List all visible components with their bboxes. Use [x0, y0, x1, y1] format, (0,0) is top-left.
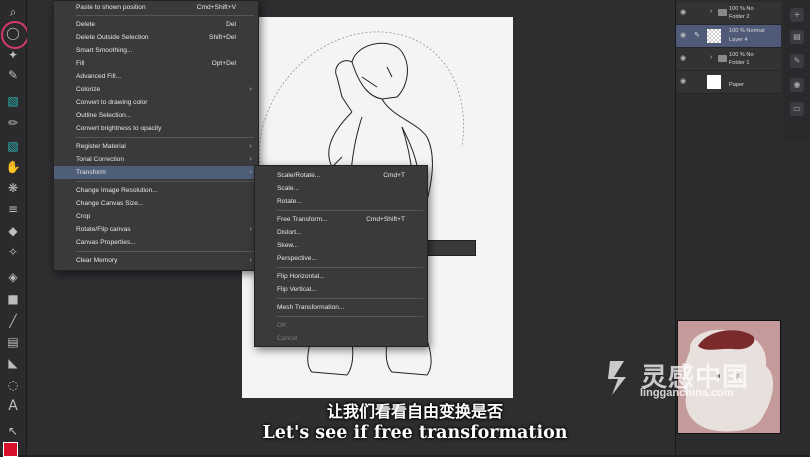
- menu-item-tonal-correction[interactable]: Tonal Correction ›: [54, 153, 258, 166]
- layer-name: Folder 2: [729, 14, 750, 20]
- menu-item-change-canvas-size[interactable]: Change Canvas Size...: [54, 197, 258, 210]
- layer-thumbnail: [707, 75, 721, 89]
- pencil-icon: ✎: [694, 32, 700, 39]
- new-layer-icon[interactable]: +: [790, 8, 804, 22]
- blend-icon[interactable]: ✧: [4, 243, 22, 261]
- eraser-icon[interactable]: ◆: [4, 222, 22, 240]
- layer-row-paper[interactable]: ◉ Paper: [676, 71, 781, 94]
- subtitle-english: Let's see if free transformation: [262, 423, 568, 443]
- menu-item-register-material[interactable]: Register Material ›: [54, 140, 258, 153]
- subtitle-chinese: 让我们看看自由变换是否: [326, 402, 503, 421]
- layer-row-folder-1[interactable]: ◉ › 100 % No Folder 1: [676, 48, 781, 71]
- layer-row-folder-2[interactable]: ◉ › 100 % No Folder 2: [676, 2, 781, 25]
- material-icon[interactable]: ◉: [790, 78, 804, 92]
- menu-item-rotate-flip-canvas[interactable]: Rotate/Flip canvas ›: [54, 223, 258, 236]
- layer-panel-toolbar: + ▤ ✎ ◉ ▭: [783, 0, 810, 140]
- airbrush-icon[interactable]: ❋: [4, 179, 22, 197]
- line-icon[interactable]: ╱: [4, 312, 22, 330]
- menu-item-clear-memory[interactable]: Clear Memory ›: [54, 254, 258, 267]
- eye-icon[interactable]: ◉: [680, 54, 686, 62]
- chevron-right-icon: ›: [249, 256, 252, 264]
- layer-thumbnail: [707, 29, 721, 43]
- layer-blend-info: 100 % No: [729, 6, 754, 12]
- menu-item-delete-outside-selection[interactable]: Delete Outside Selection Shift+Del: [54, 31, 258, 44]
- layer-row-layer-4[interactable]: ◉ ✎ 100 % Normal Layer 4: [676, 25, 781, 48]
- menu-item-colorize[interactable]: Colorize ›: [54, 83, 258, 96]
- new-vector-layer-icon[interactable]: ▤: [790, 30, 804, 44]
- eye-icon[interactable]: ◉: [680, 77, 686, 85]
- gradient-icon[interactable]: ■: [4, 290, 22, 308]
- folder-icon: [718, 9, 727, 16]
- fill-icon[interactable]: ◈: [4, 268, 22, 286]
- menu-item-convert-to-drawing-color[interactable]: Convert to drawing color: [54, 96, 258, 109]
- menu-item-distort[interactable]: Distort...: [255, 226, 427, 239]
- layer-name: Folder 1: [729, 60, 750, 66]
- menu-item-advanced-fill[interactable]: Advanced Fill...: [54, 70, 258, 83]
- pen-icon[interactable]: ▧: [4, 92, 22, 110]
- pencil-icon[interactable]: ✏: [4, 114, 22, 132]
- eye-icon[interactable]: ◉: [680, 8, 686, 16]
- menu-item-fill[interactable]: Fill Opt+Del: [54, 57, 258, 70]
- menu-item-smart-smoothing[interactable]: Smart Smoothing...: [54, 44, 258, 57]
- layer-blend-info: 100 % No: [729, 52, 754, 58]
- brush-icon[interactable]: ▧: [4, 137, 22, 155]
- chevron-right-icon: ›: [249, 168, 252, 176]
- menu-item-convert-brightness-to-opacity[interactable]: Convert brightness to opacity: [54, 122, 258, 135]
- hand-icon[interactable]: ✋: [4, 158, 22, 176]
- menu-item-delete[interactable]: Delete Del: [54, 18, 258, 31]
- menu-item-scale[interactable]: Scale...: [255, 182, 427, 195]
- menu-item-flip-vertical[interactable]: Flip Vertical...: [255, 283, 427, 296]
- menu-item-skew[interactable]: Skew...: [255, 239, 427, 252]
- decoration-icon[interactable]: ≡: [4, 200, 22, 218]
- speech-balloon-icon[interactable]: ◌: [4, 376, 22, 394]
- tool-bar: ⌕ ◯ ✦ ✎ ▧ ✏ ▧ ✋ ❋ ≡ ◆ ✧ ◈ ■ ╱ ▤ ◣ ◌ A ↖: [0, 0, 29, 457]
- chevron-right-icon: ›: [249, 155, 252, 163]
- ruler-icon[interactable]: ◣: [4, 354, 22, 372]
- brush-settings-icon[interactable]: ✎: [790, 54, 804, 68]
- folder-icon: [718, 55, 727, 62]
- menu-item-crop[interactable]: Crop: [54, 210, 258, 223]
- magic-wand-icon[interactable]: ✦: [4, 46, 22, 64]
- chevron-right-icon: ›: [249, 225, 252, 233]
- eye-icon[interactable]: ◉: [680, 31, 686, 39]
- layer-name: Paper: [729, 82, 744, 88]
- menu-item-flip-horizontal[interactable]: Flip Horizontal...: [255, 270, 427, 283]
- layer-name: Layer 4: [729, 37, 748, 43]
- zoom-icon[interactable]: ⌕: [4, 3, 22, 21]
- chevron-right-icon[interactable]: ›: [710, 8, 712, 15]
- menu-item-free-transform[interactable]: Free Transform... Cmd+Shift+T: [255, 213, 427, 226]
- operation-icon[interactable]: ↖: [4, 422, 22, 440]
- layer-blend-info: 100 % Normal: [729, 28, 765, 34]
- menu-item-cancel[interactable]: Cancel: [255, 332, 427, 345]
- menu-item-mesh-transformation[interactable]: Mesh Transformation...: [255, 301, 427, 314]
- menu-item-change-image-resolution[interactable]: Change Image Resolution...: [54, 184, 258, 197]
- menu-item-rotate[interactable]: Rotate...: [255, 195, 427, 208]
- text-icon[interactable]: A: [4, 397, 22, 415]
- chevron-right-icon[interactable]: ›: [710, 54, 712, 61]
- lasso-selection-icon[interactable]: ◯: [4, 24, 22, 42]
- menu-item-scale-rotate[interactable]: Scale/Rotate... Cmd+T: [255, 169, 427, 182]
- new-folder-icon[interactable]: ▭: [790, 102, 804, 116]
- menu-item-canvas-properties[interactable]: Canvas Properties...: [54, 236, 258, 249]
- eyedropper-icon[interactable]: ✎: [4, 66, 22, 84]
- chevron-right-icon: ›: [249, 85, 252, 93]
- transform-submenu: Scale/Rotate... Cmd+T Scale... Rotate... …: [254, 165, 428, 347]
- frame-icon[interactable]: ▤: [4, 333, 22, 351]
- menu-item-paste-to-shown-position[interactable]: Paste to shown position Cmd+Shift+V: [54, 1, 258, 14]
- watermark-logo: [604, 357, 638, 397]
- menu-item-ok[interactable]: OK: [255, 319, 427, 332]
- menu-item-outline-selection[interactable]: Outline Selection...: [54, 109, 258, 122]
- menu-item-transform[interactable]: Transform ›: [54, 166, 258, 179]
- menu-item-perspective[interactable]: Perspective...: [255, 252, 427, 265]
- chevron-right-icon: ›: [249, 142, 252, 150]
- selection-launcher-bar[interactable]: [422, 240, 476, 256]
- edit-menu: Paste to shown position Cmd+Shift+V Delet…: [53, 0, 259, 271]
